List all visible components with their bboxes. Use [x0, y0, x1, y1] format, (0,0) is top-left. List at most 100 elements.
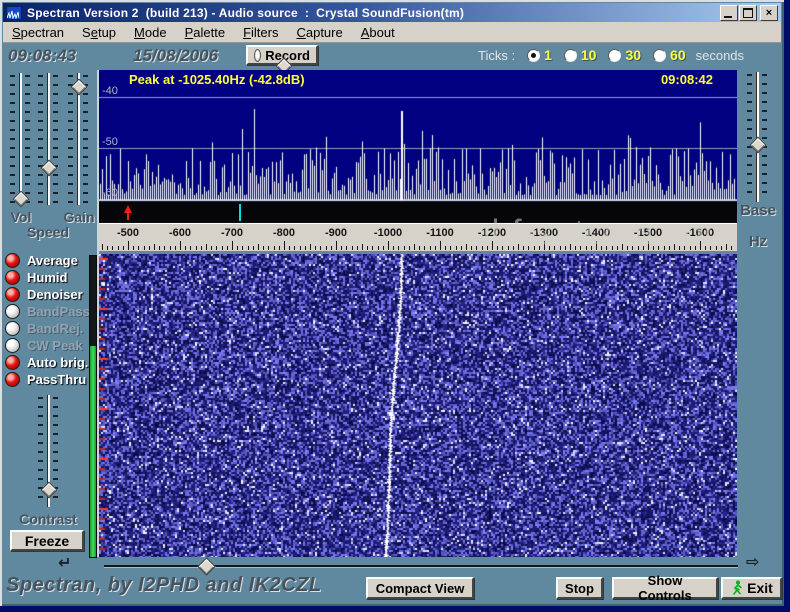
ruler-tick: [356, 246, 358, 250]
ruler-tick: [242, 246, 244, 250]
ruler-tick: [330, 246, 332, 250]
red-marker-stem: [127, 212, 129, 220]
led-indicator: [5, 372, 20, 387]
tick-option-60[interactable]: 60: [653, 47, 686, 63]
menu-item-palette[interactable]: Palette: [176, 23, 234, 42]
ruler-tick: [346, 246, 348, 250]
ruler-label: -1000: [373, 227, 403, 239]
vol-slider-thumb[interactable]: [12, 190, 30, 208]
ruler-tick: [460, 246, 462, 250]
watermark: uhf-satcom.com: [471, 213, 734, 252]
gain-slider-thumb[interactable]: [70, 78, 88, 96]
ruler-label: -1100: [426, 227, 454, 239]
led-indicator: [5, 270, 20, 285]
app-icon[interactable]: [6, 5, 22, 20]
radio-icon: [527, 48, 541, 62]
filter-label: PassThru: [27, 372, 87, 387]
contrast-slider-thumb[interactable]: [40, 481, 58, 499]
base-slider-thumb[interactable]: [749, 136, 767, 153]
tick-option-label: 1: [544, 47, 552, 63]
ruler-tick: [247, 246, 249, 250]
ruler-label: -600: [168, 227, 192, 239]
ruler-tick: [185, 246, 187, 250]
filter-label: Humid: [27, 270, 68, 285]
ruler-tick: [107, 246, 109, 250]
menu-item-about[interactable]: About: [352, 23, 404, 42]
tick-option-10[interactable]: 10: [563, 47, 596, 63]
spectrum-clock: 09:08:42: [660, 72, 713, 87]
led-indicator: [5, 355, 20, 370]
db-axis-label: -40: [102, 85, 118, 97]
window-controls: ×: [719, 5, 778, 21]
tick-option-1[interactable]: 1: [527, 47, 552, 63]
ruler-tick: [455, 246, 457, 250]
close-button[interactable]: ×: [760, 5, 778, 21]
hz-label: Hz: [748, 233, 768, 250]
stop-label: Stop: [565, 580, 594, 596]
ruler-tick: [377, 246, 379, 250]
menu-item-capture[interactable]: Capture: [287, 23, 351, 42]
ruler-tick: [211, 246, 213, 250]
scroll-right-arrow[interactable]: ⇨: [746, 555, 759, 571]
filter-toggle-auto-brig[interactable]: Auto brig.: [5, 354, 97, 371]
freeze-button[interactable]: Freeze: [10, 530, 84, 551]
compact-view-label: Compact View: [375, 580, 465, 596]
filter-list: Average Humid Denoiser BandPass BandRej. CW P…: [5, 252, 97, 388]
cyan-marker-icon[interactable]: [239, 204, 241, 221]
speed-slider[interactable]: [37, 73, 59, 205]
filter-toggle-average[interactable]: Average: [5, 252, 97, 269]
base-slider[interactable]: [746, 72, 768, 202]
ruler-tick: [367, 246, 369, 250]
ticks-label: Ticks :: [478, 47, 516, 63]
filter-toggle-bandpass[interactable]: BandPass: [5, 303, 97, 320]
waterfall-progress-bar: [90, 346, 96, 557]
filter-label: Auto brig.: [27, 355, 89, 370]
scroll-left-arrow[interactable]: ↵: [58, 556, 71, 572]
ruler-tick: [304, 246, 306, 250]
ruler-tick: [268, 246, 270, 250]
ruler-tick: [143, 246, 145, 250]
gain-slider[interactable]: [67, 73, 89, 205]
filter-label: BandPass: [27, 304, 90, 319]
menu-item-mode[interactable]: Mode: [125, 23, 176, 42]
ruler-tick: [159, 246, 161, 250]
ticks-group: Ticks : 1 10 30 60 seconds: [478, 47, 744, 63]
db-axis-label: -60: [102, 187, 118, 199]
filter-toggle-passthru[interactable]: PassThru: [5, 371, 97, 388]
ruler-tick: [315, 246, 317, 250]
credit-text: Spectran, by I2PHD and IK2CZL: [6, 574, 322, 596]
exit-label: Exit: [747, 580, 773, 596]
led-indicator: [5, 321, 20, 336]
ruler-label: -500: [116, 227, 140, 239]
show-controls-label: Show Controls: [638, 573, 692, 603]
ruler-label: -700: [220, 227, 244, 239]
ruler-tick: [200, 246, 202, 250]
gain-label: Gain: [63, 209, 95, 225]
tick-option-30[interactable]: 30: [608, 47, 641, 63]
ruler-tick: [195, 246, 197, 250]
vol-slider[interactable]: [9, 73, 31, 208]
ruler-tick: [294, 246, 296, 250]
contrast-slider[interactable]: [37, 395, 59, 507]
scroll-thumb[interactable]: [197, 557, 217, 576]
filter-toggle-humid[interactable]: Humid: [5, 269, 97, 286]
filter-toggle-cw-peak[interactable]: CW Peak: [5, 337, 97, 354]
desktop: Spectran Version 2 (build 213) - Audio s…: [0, 0, 790, 612]
filter-toggle-denoiser[interactable]: Denoiser: [5, 286, 97, 303]
menu-item-setup[interactable]: Setup: [73, 23, 125, 42]
exit-button[interactable]: Exit: [721, 577, 782, 599]
maximize-button[interactable]: [739, 5, 757, 21]
radio-icon: [608, 48, 622, 62]
base-label: Base: [740, 202, 776, 219]
speed-slider-thumb[interactable]: [40, 159, 58, 177]
menu-item-spectran[interactable]: Spectran: [3, 23, 73, 42]
ruler-tick: [278, 246, 280, 250]
show-controls-button[interactable]: Show Controls: [612, 573, 718, 603]
ruler-tick: [252, 246, 254, 250]
minimize-button[interactable]: [720, 5, 738, 21]
filter-toggle-bandrej[interactable]: BandRej.: [5, 320, 97, 337]
compact-view-button[interactable]: Compact View: [366, 577, 474, 599]
stop-button[interactable]: Stop: [556, 577, 603, 599]
ruler-tick: [336, 241, 337, 250]
menu-item-filters[interactable]: Filters: [234, 23, 287, 42]
